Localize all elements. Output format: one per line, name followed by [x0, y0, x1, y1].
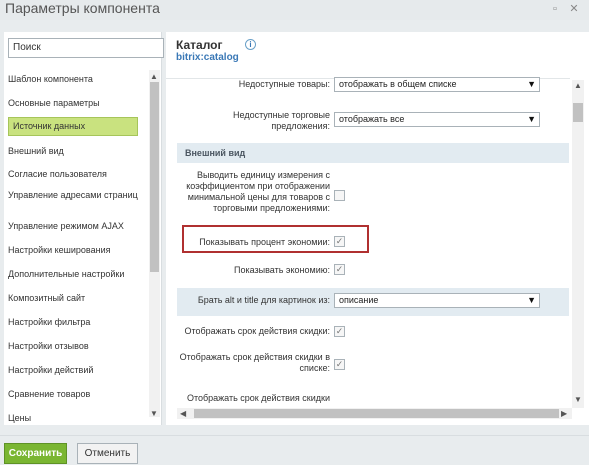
- alt-title-select[interactable]: описание ▼: [334, 293, 540, 308]
- sidebar-item-additional[interactable]: Дополнительные настройки: [8, 269, 138, 280]
- sidebar-item-ajax[interactable]: Управление режимом AJAX: [8, 221, 138, 232]
- search-input[interactable]: Поиск: [8, 38, 164, 58]
- sidebar-scroll-down-icon[interactable]: ▼: [150, 410, 158, 418]
- unavailable-offers-label: Недоступные торговые предложения:: [233, 110, 330, 131]
- sidebar-item-compare[interactable]: Сравнение товаров: [8, 389, 138, 400]
- scroll-up-icon[interactable]: ▲: [574, 82, 582, 90]
- alt-title-value: описание: [339, 295, 379, 305]
- unavailable-goods-select[interactable]: отображать в общем списке ▼: [334, 77, 540, 92]
- unavailable-goods-value: отображать в общем списке: [339, 79, 457, 89]
- sidebar-item-data-source[interactable]: Источник данных: [8, 117, 138, 136]
- window-title: Параметры компонента: [5, 0, 160, 16]
- close-icon[interactable]: ✕: [567, 2, 581, 16]
- unavailable-offers-select[interactable]: отображать все ▼: [334, 112, 540, 127]
- section-appearance: Внешний вид: [177, 143, 569, 163]
- sidebar-scrollbar-thumb[interactable]: [150, 82, 159, 272]
- component-code: bitrix:catalog: [176, 52, 239, 63]
- chevron-down-icon: ▼: [527, 114, 536, 124]
- info-icon[interactable]: i: [245, 39, 256, 50]
- unavailable-offers-value: отображать все: [339, 114, 405, 124]
- show-discount-label: Показывать экономию:: [234, 265, 330, 275]
- show-discount-term-partial-label: Отображать срок действия скидки: [186, 393, 330, 403]
- scroll-down-icon[interactable]: ▼: [574, 396, 582, 404]
- scroll-left-icon[interactable]: ◀: [180, 410, 186, 418]
- horizontal-scrollbar[interactable]: [177, 408, 572, 419]
- show-unit-checkbox[interactable]: [334, 190, 345, 201]
- footer-bar: Сохранить Отменить: [0, 435, 589, 465]
- chevron-down-icon: ▼: [527, 295, 536, 305]
- sidebar-item-url-management[interactable]: Управление адресами страниц: [8, 190, 138, 201]
- save-button[interactable]: Сохранить: [4, 443, 67, 464]
- settings-panel: Каталог i bitrix:catalog Недоступные тов…: [166, 32, 589, 425]
- scroll-right-icon[interactable]: ▶: [561, 410, 567, 418]
- show-discount-term-label: Отображать срок действия скидки:: [184, 326, 330, 336]
- sidebar-scroll-up-icon[interactable]: ▲: [150, 73, 158, 81]
- vertical-scrollbar[interactable]: [572, 80, 584, 408]
- chevron-down-icon: ▼: [527, 79, 536, 89]
- component-title: Каталог: [176, 38, 223, 52]
- show-discount-percent-label: Показывать процент экономии:: [199, 237, 330, 247]
- sidebar-item-appearance[interactable]: Внешний вид: [8, 146, 138, 157]
- sidebar-item-actions[interactable]: Настройки действий: [8, 365, 138, 376]
- show-unit-label: Выводить единицу измерения с коэффициент…: [186, 170, 330, 213]
- sidebar-item-filter[interactable]: Настройки фильтра: [8, 317, 138, 328]
- sidebar: Поиск Шаблон компонента Основные парамет…: [4, 32, 164, 425]
- window-titlebar: Параметры компонента ▫ ✕: [0, 0, 589, 20]
- show-discount-term-list-label: Отображать срок действия скидки в списке…: [179, 352, 330, 373]
- show-discount-checkbox[interactable]: ✓: [334, 264, 345, 275]
- minimize-icon[interactable]: ▫: [548, 2, 562, 16]
- sidebar-item-user-consent[interactable]: Согласие пользователя: [8, 169, 138, 180]
- show-discount-term-list-checkbox[interactable]: ✓: [334, 359, 345, 370]
- show-discount-term-checkbox[interactable]: ✓: [334, 326, 345, 337]
- sidebar-item-prices[interactable]: Цены: [8, 413, 138, 424]
- sidebar-item-main-params[interactable]: Основные параметры: [8, 98, 138, 109]
- sidebar-item-composite[interactable]: Композитный сайт: [8, 293, 138, 304]
- vertical-scrollbar-thumb[interactable]: [573, 103, 583, 122]
- show-discount-percent-checkbox[interactable]: ✓: [334, 236, 345, 247]
- unavailable-goods-label: Недоступные товары:: [238, 79, 330, 89]
- sidebar-item-template[interactable]: Шаблон компонента: [8, 74, 138, 85]
- alt-title-label: Брать alt и title для картинок из:: [197, 295, 330, 305]
- horizontal-scrollbar-thumb[interactable]: [194, 409, 559, 418]
- sidebar-item-reviews[interactable]: Настройки отзывов: [8, 341, 138, 352]
- sidebar-item-caching[interactable]: Настройки кеширования: [8, 245, 138, 256]
- sidebar-scrollbar[interactable]: [149, 70, 160, 417]
- cancel-button[interactable]: Отменить: [77, 443, 138, 464]
